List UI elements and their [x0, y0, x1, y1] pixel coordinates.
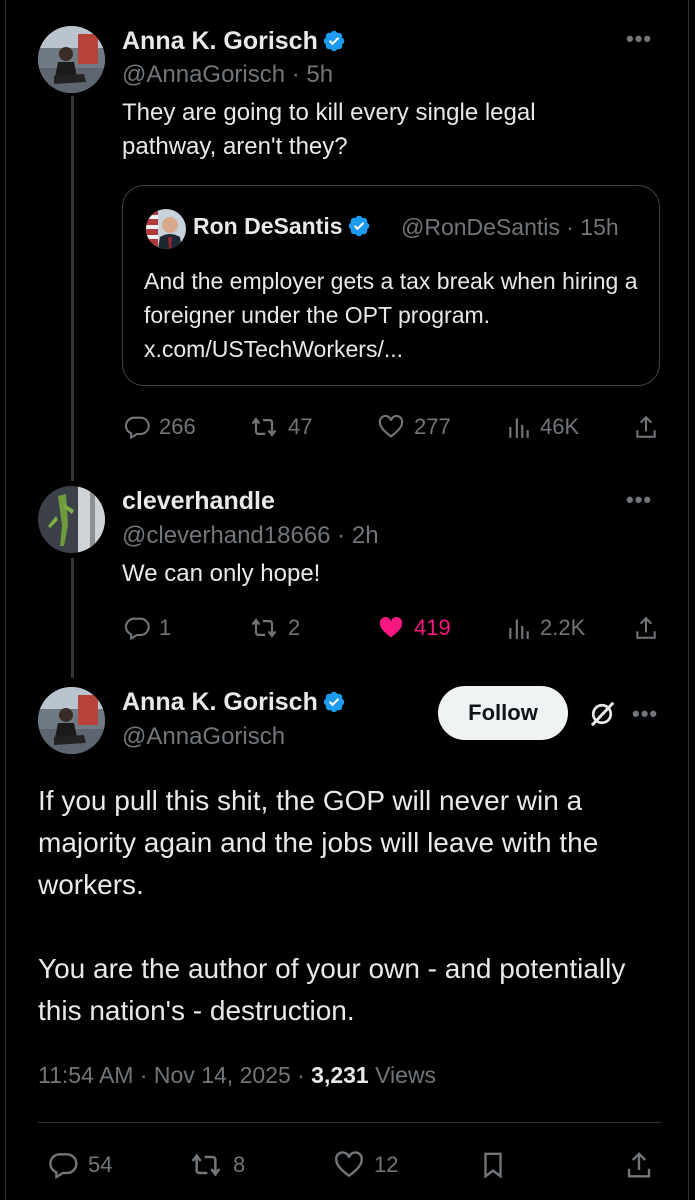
quoted-post-card[interactable]: Ron DeSantis @RonDeSantis · 15h And the …: [122, 185, 660, 386]
heart-filled-icon: [379, 616, 403, 638]
verified-badge-icon: [348, 215, 369, 237]
author-name[interactable]: Anna K. Gorisch: [122, 27, 346, 56]
reply-count: 266: [159, 414, 196, 439]
repost-count: 2: [288, 615, 301, 640]
repost-button[interactable]: 8: [187, 1149, 245, 1181]
reply-count: 54: [88, 1152, 113, 1177]
analytics-icon: [509, 619, 529, 639]
reply-button[interactable]: 54: [46, 1149, 112, 1181]
reply-icon: [49, 1153, 78, 1180]
repost-button[interactable]: 47: [248, 413, 312, 441]
like-button[interactable]: 12: [332, 1149, 398, 1181]
views-button[interactable]: 2.2K: [506, 614, 585, 642]
divider: [38, 1122, 661, 1123]
right-border: [688, 0, 689, 1200]
reply-count: 1: [159, 615, 172, 640]
repost-count: 47: [288, 414, 313, 439]
verified-badge-icon: [323, 30, 345, 52]
post-text: They are going to kill every single lega…: [122, 99, 536, 160]
verified-badge-icon: [323, 691, 345, 713]
share-button[interactable]: [633, 614, 659, 642]
author-name[interactable]: Anna K. Gorisch: [122, 688, 346, 717]
bookmark-button[interactable]: [478, 1149, 508, 1181]
reply-icon: [124, 617, 150, 641]
heart-icon: [378, 414, 404, 438]
avatar[interactable]: [38, 486, 105, 553]
reply-button[interactable]: 1: [123, 614, 171, 642]
left-border: [5, 0, 6, 1200]
views-count: 2.2K: [540, 615, 586, 640]
post-text: If you pull this shit, the GOP will neve…: [38, 785, 626, 1026]
quoted-author-name: Ron DeSantis: [193, 213, 371, 240]
like-count: 12: [374, 1152, 399, 1177]
author-name[interactable]: cleverhandle: [122, 487, 275, 516]
share-icon: [627, 1152, 651, 1178]
share-button[interactable]: [633, 413, 659, 441]
author-handle-time[interactable]: @cleverhand18666 · 2h: [122, 522, 379, 550]
repost-icon: [191, 1153, 221, 1177]
post-timestamp[interactable]: 11:54 AM · Nov 14, 2025 ·: [38, 1062, 311, 1088]
quoted-author-name-text: Ron DeSantis: [193, 213, 343, 239]
thread-line: [71, 96, 74, 481]
like-count: 277: [414, 414, 451, 439]
repost-button[interactable]: 2: [248, 614, 300, 642]
reply-icon: [124, 416, 150, 440]
reply-button[interactable]: 266: [123, 413, 196, 441]
share-icon: [636, 415, 656, 438]
views-button[interactable]: 46K: [506, 413, 579, 441]
heart-icon: [335, 1151, 363, 1178]
bookmark-icon: [484, 1152, 502, 1179]
like-button[interactable]: 419: [376, 614, 451, 642]
views-label: Views: [368, 1062, 437, 1088]
author-name-text[interactable]: Anna K. Gorisch: [122, 688, 318, 716]
share-button[interactable]: [624, 1149, 654, 1181]
like-button[interactable]: 277: [376, 413, 451, 441]
repost-icon: [251, 417, 277, 437]
thread-line: [71, 558, 74, 678]
views-count: 46K: [540, 414, 580, 439]
author-name-text[interactable]: Anna K. Gorisch: [122, 27, 318, 55]
view-count: 3,231: [311, 1062, 369, 1088]
quoted-handle-time: @RonDeSantis · 15h: [401, 214, 619, 240]
repost-count: 8: [233, 1152, 246, 1177]
avatar[interactable]: [38, 26, 105, 93]
more-options-icon[interactable]: •••: [626, 26, 652, 52]
repost-icon: [251, 618, 277, 638]
post-meta: 11:54 AM · Nov 14, 2025 · 3,231 Views: [38, 1062, 436, 1089]
like-count: 419: [414, 615, 451, 640]
quoted-avatar: [146, 209, 186, 249]
grok-icon[interactable]: [587, 699, 617, 734]
post-text: We can only hope!: [122, 560, 321, 587]
follow-button[interactable]: Follow: [438, 686, 568, 740]
more-options-icon[interactable]: •••: [632, 701, 658, 727]
more-options-icon[interactable]: •••: [626, 487, 652, 513]
avatar[interactable]: [38, 687, 105, 754]
share-icon: [636, 616, 656, 639]
author-handle[interactable]: @AnnaGorisch: [122, 723, 285, 751]
author-handle-time[interactable]: @AnnaGorisch · 5h: [122, 61, 333, 89]
quoted-text: And the employer gets a tax break when h…: [144, 268, 638, 362]
analytics-icon: [509, 418, 529, 438]
